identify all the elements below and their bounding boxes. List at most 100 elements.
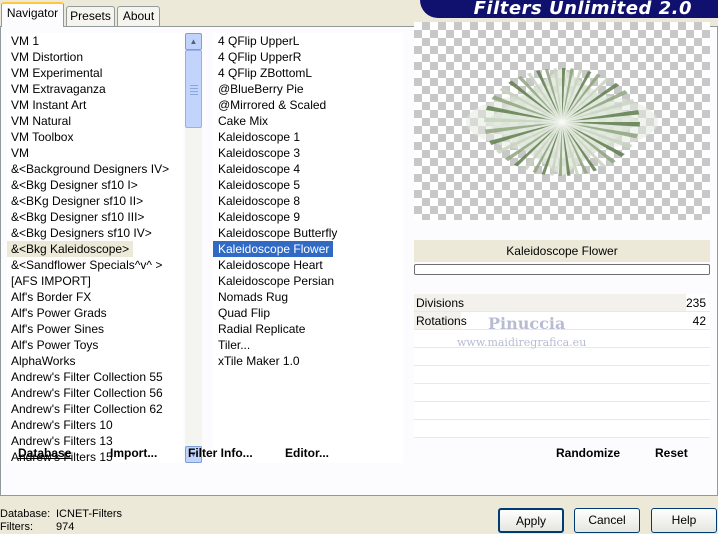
category-item-selected[interactable]: &<Bkg Kaleidoscope> [7, 241, 134, 257]
param-name: Rotations [416, 314, 467, 328]
category-item[interactable]: Alf's Border FX [7, 289, 183, 305]
filter-name-label: Kaleidoscope Flower [414, 240, 710, 262]
filter-item-label: xTile Maker 1.0 [218, 354, 300, 368]
reset-button[interactable]: Reset [655, 446, 688, 460]
param-slot-empty[interactable] [414, 420, 710, 438]
param-value: 42 [692, 314, 706, 328]
category-item[interactable]: &<Sandflower Specials^v^ > [7, 257, 183, 273]
tab-about[interactable]: About [117, 6, 160, 26]
database-label: Database: [0, 508, 51, 520]
filter-item[interactable]: 4 QFlip UpperL [213, 33, 403, 49]
category-item[interactable]: &<Bkg Designers sf10 IV> [7, 225, 183, 241]
filter-item[interactable]: Kaleidoscope 1 [213, 129, 403, 145]
category-item[interactable]: &<Bkg Designer sf10 I> [7, 177, 183, 193]
category-item[interactable]: Alf's Power Sines [7, 321, 183, 337]
filter-item[interactable]: @Mirrored & Scaled [213, 97, 403, 113]
param-slot-empty[interactable] [414, 348, 710, 366]
chevron-up-icon: ▲ [189, 37, 198, 46]
scroll-thumb[interactable] [185, 50, 202, 128]
filter-item[interactable]: 4 QFlip ZBottomL [213, 65, 403, 81]
filter-item-label: Kaleidoscope Heart [218, 258, 323, 272]
category-item[interactable]: VM Extravaganza [7, 81, 183, 97]
category-item[interactable]: Andrew's Filter Collection 55 [7, 369, 183, 385]
category-item[interactable]: &<BKg Designer sf10 II> [7, 193, 183, 209]
category-item[interactable]: VM Instant Art [7, 97, 183, 113]
param-value: 235 [685, 296, 706, 310]
filter-item[interactable]: Quad Flip [213, 305, 403, 321]
filter-item[interactable]: Cake Mix [213, 113, 403, 129]
grip-line [190, 85, 198, 86]
watermark-url: www.maidiregrafica.eu [457, 336, 587, 349]
param-slot-empty[interactable] [414, 384, 710, 402]
category-item[interactable]: &<Bkg Designer sf10 III> [7, 209, 183, 225]
filter-item[interactable]: Kaleidoscope 3 [213, 145, 403, 161]
category-item[interactable]: Andrew's Filters 10 [7, 417, 183, 433]
filter-info-button[interactable]: Filter Info... [188, 446, 253, 460]
scroll-up-button[interactable]: ▲ [185, 33, 202, 50]
database-button[interactable]: Database [18, 446, 71, 460]
filter-list[interactable]: 4 QFlip UpperL 4 QFlip UpperR 4 QFlip ZBot… [213, 33, 403, 463]
filter-item[interactable]: Kaleidoscope Persian [213, 273, 403, 289]
category-item[interactable]: [AFS IMPORT] [7, 273, 183, 289]
kaleidoscope-flower-preview [466, 68, 658, 176]
filter-item-label: Cake Mix [218, 114, 269, 128]
category-item[interactable]: Andrew's Filter Collection 62 [7, 401, 183, 417]
database-value: ICNET-Filters [56, 508, 122, 520]
cancel-button[interactable]: Cancel [574, 508, 640, 533]
category-scrollbar[interactable]: ▲ ▼ [185, 33, 202, 463]
category-item[interactable]: VM [7, 145, 183, 161]
category-item[interactable]: Andrew's Filter Collection 56 [7, 385, 183, 401]
apply-button[interactable]: Apply [498, 508, 564, 533]
filter-item[interactable]: Kaleidoscope 5 [213, 177, 403, 193]
filter-item-label: 4 QFlip UpperR [218, 50, 302, 64]
category-item[interactable]: Alf's Power Toys [7, 337, 183, 353]
filter-item[interactable]: Kaleidoscope 8 [213, 193, 403, 209]
category-item[interactable]: VM Natural [7, 113, 183, 129]
category-item[interactable]: VM 1 [7, 33, 183, 49]
filter-item-label: Radial Replicate [218, 322, 306, 336]
filter-item[interactable]: Kaleidoscope Heart [213, 257, 403, 273]
import-button[interactable]: Import... [110, 446, 157, 460]
filter-item[interactable]: Nomads Rug [213, 289, 403, 305]
filter-item[interactable]: Kaleidoscope Butterfly [213, 225, 403, 241]
app-title-banner: Filters Unlimited 2.0 [420, 0, 718, 18]
filter-item-label: Kaleidoscope Persian [218, 274, 335, 288]
tab-navigator[interactable]: Navigator [1, 2, 64, 27]
filter-item[interactable]: 4 QFlip UpperR [213, 49, 403, 65]
filter-item-label: Kaleidoscope 5 [218, 178, 301, 192]
grip-line [190, 94, 198, 95]
filter-item[interactable]: Radial Replicate [213, 321, 403, 337]
filter-item-selected[interactable]: Kaleidoscope Flower [213, 241, 403, 257]
filter-item-label: Kaleidoscope 3 [218, 146, 301, 160]
filter-item-label: Kaleidoscope 4 [218, 162, 301, 176]
filter-item[interactable]: xTile Maker 1.0 [213, 353, 403, 369]
filter-item-label: Nomads Rug [218, 290, 289, 304]
category-list[interactable]: VM 1 VM Distortion VM Experimental VM Extra… [7, 33, 183, 463]
param-slot-empty[interactable] [414, 366, 710, 384]
tab-presets[interactable]: Presets [66, 6, 115, 26]
progress-bar [414, 264, 710, 275]
filter-item-label: Tiler... [218, 338, 251, 352]
filters-count: 974 [56, 521, 75, 533]
param-divisions[interactable]: Divisions 235 [414, 294, 710, 312]
editor-button[interactable]: Editor... [285, 446, 329, 460]
filter-item-label: 4 QFlip UpperL [218, 34, 300, 48]
help-button[interactable]: Help [651, 508, 717, 533]
filter-item-label: Kaleidoscope 9 [218, 210, 301, 224]
filters-label: Filters: [0, 521, 33, 533]
randomize-button[interactable]: Randomize [556, 446, 620, 460]
category-item[interactable]: VM Experimental [7, 65, 183, 81]
grip-line [190, 91, 198, 92]
category-item[interactable]: AlphaWorks [7, 353, 183, 369]
category-item[interactable]: VM Toolbox [7, 129, 183, 145]
filter-item[interactable]: @BlueBerry Pie [213, 81, 403, 97]
filter-item-label: Quad Flip [218, 306, 271, 320]
filter-item[interactable]: Kaleidoscope 4 [213, 161, 403, 177]
category-item[interactable]: &<Background Designers IV> [7, 161, 183, 177]
category-item[interactable]: Alf's Power Grads [7, 305, 183, 321]
filter-item[interactable]: Tiler... [213, 337, 403, 353]
filter-item[interactable]: Kaleidoscope 9 [213, 209, 403, 225]
category-item[interactable]: VM Distortion [7, 49, 183, 65]
filter-item-label: Kaleidoscope 1 [218, 130, 301, 144]
param-slot-empty[interactable] [414, 402, 710, 420]
